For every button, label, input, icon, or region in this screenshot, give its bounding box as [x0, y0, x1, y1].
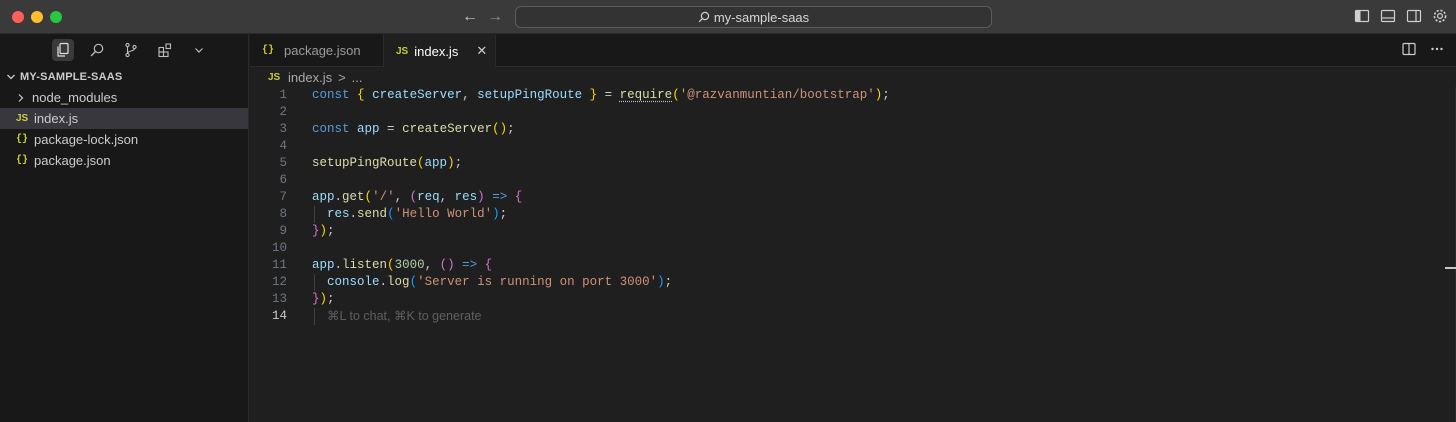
line-number: 7 [279, 190, 287, 204]
maximize-window-button[interactable] [50, 11, 62, 23]
tree-item-label: node_modules [32, 90, 118, 105]
code-line: 2 [250, 104, 1456, 121]
js-file-icon: JS [268, 71, 281, 83]
code-editor[interactable]: 1 const { createServer, setupPingRoute } … [250, 87, 1456, 325]
code-line: 9}); [250, 223, 1456, 240]
title-bar: ← → my-sample-saas [0, 0, 1456, 34]
minimize-window-button[interactable] [31, 11, 43, 23]
search-icon [698, 11, 710, 23]
line-number: 1 [279, 88, 287, 102]
forward-arrow-icon[interactable]: → [486, 8, 504, 26]
json-file-icon: {} [262, 45, 275, 56]
tree-item-label: package.json [34, 153, 111, 168]
js-file-icon: JS [396, 45, 409, 57]
json-file-icon: {} [16, 155, 29, 166]
tree-item-package-json[interactable]: {} package.json [0, 150, 248, 171]
code-line: 11 app.listen(3000, () => { [250, 257, 1456, 274]
back-arrow-icon[interactable]: ← [461, 8, 479, 26]
line-number: 3 [279, 122, 287, 136]
code-line: 1 const { createServer, setupPingRoute } … [250, 87, 1456, 104]
ai-hint-text: ⌘L to chat, ⌘K to generate [327, 309, 482, 323]
explorer-sidebar: MY-SAMPLE-SAAS node_modules JS index.js … [0, 34, 249, 422]
code-line: 4 [250, 138, 1456, 155]
js-file-icon: JS [16, 113, 29, 124]
line-number: 11 [271, 258, 287, 272]
toggle-secondary-sidebar-icon[interactable] [1406, 8, 1422, 24]
code-line-current: 14 ⌘L to chat, ⌘K to generate [250, 308, 1456, 325]
line-number: 10 [271, 241, 287, 255]
line-number: 4 [279, 139, 287, 153]
close-window-button[interactable] [12, 11, 24, 23]
toggle-panel-icon[interactable] [1380, 8, 1396, 24]
code-line: 13}); [250, 291, 1456, 308]
extensions-icon[interactable] [154, 39, 176, 61]
editor-area: {} package.json JS index.js ✕ JS index.j… [250, 34, 1456, 422]
tree-item-label: index.js [34, 111, 79, 126]
scrollbar-cursor-marker [1445, 267, 1456, 269]
close-tab-icon[interactable]: ✕ [476, 43, 487, 59]
tab-label: package.json [284, 43, 361, 58]
editor-tabs: {} package.json JS index.js ✕ [250, 34, 1456, 67]
source-control-icon[interactable] [120, 39, 142, 61]
tree-item-node-modules[interactable]: node_modules [0, 87, 248, 108]
breadcrumb-more[interactable]: ... [352, 70, 363, 85]
chevron-down-icon [7, 74, 15, 80]
tree-item-package-lock-json[interactable]: {} package-lock.json [0, 129, 248, 150]
line-number: 12 [271, 275, 287, 289]
code-line: 5 setupPingRoute(app); [250, 155, 1456, 172]
line-number: 6 [279, 173, 287, 187]
line-number: 9 [279, 224, 287, 238]
json-file-icon: {} [16, 134, 29, 145]
line-number: 5 [279, 156, 287, 170]
line-number: 8 [279, 207, 287, 221]
explorer-files-icon[interactable] [52, 39, 74, 61]
code-line: 7 app.get('/', (req, res) => { [250, 189, 1456, 206]
code-line: 10 [250, 240, 1456, 257]
code-line: 8 res.send('Hello World'); [250, 206, 1456, 223]
settings-gear-icon[interactable] [1432, 8, 1448, 24]
code-line: 6 [250, 172, 1456, 189]
line-number: 2 [279, 105, 287, 119]
command-search-box[interactable]: my-sample-saas [515, 6, 992, 28]
tab-index-js[interactable]: JS index.js ✕ [384, 34, 496, 67]
tree-item-index-js[interactable]: JS index.js [0, 108, 248, 129]
tab-label: index.js [414, 43, 459, 59]
breadcrumb-file[interactable]: index.js [288, 70, 332, 85]
activity-bar [0, 34, 248, 66]
more-actions-icon[interactable] [1430, 42, 1444, 56]
toggle-primary-sidebar-icon[interactable] [1354, 8, 1370, 24]
split-editor-icon[interactable] [1402, 42, 1416, 56]
code-line: 12 console.log('Server is running on por… [250, 274, 1456, 291]
search-text: my-sample-saas [713, 9, 810, 25]
chevron-down-icon[interactable] [188, 39, 210, 61]
line-number: 13 [271, 292, 287, 306]
search-icon[interactable] [86, 39, 108, 61]
breadcrumb: JS index.js > ... [250, 67, 1456, 87]
code-line: 3 const app = createServer(); [250, 121, 1456, 138]
line-number: 14 [271, 309, 287, 323]
folder-name: MY-SAMPLE-SAAS [20, 71, 123, 83]
tab-package-json[interactable]: {} package.json [250, 34, 384, 67]
chevron-right-icon [16, 93, 32, 103]
tree-item-label: package-lock.json [34, 132, 139, 147]
breadcrumb-separator: > [338, 69, 346, 85]
explorer-folder-header[interactable]: MY-SAMPLE-SAAS [0, 67, 248, 87]
